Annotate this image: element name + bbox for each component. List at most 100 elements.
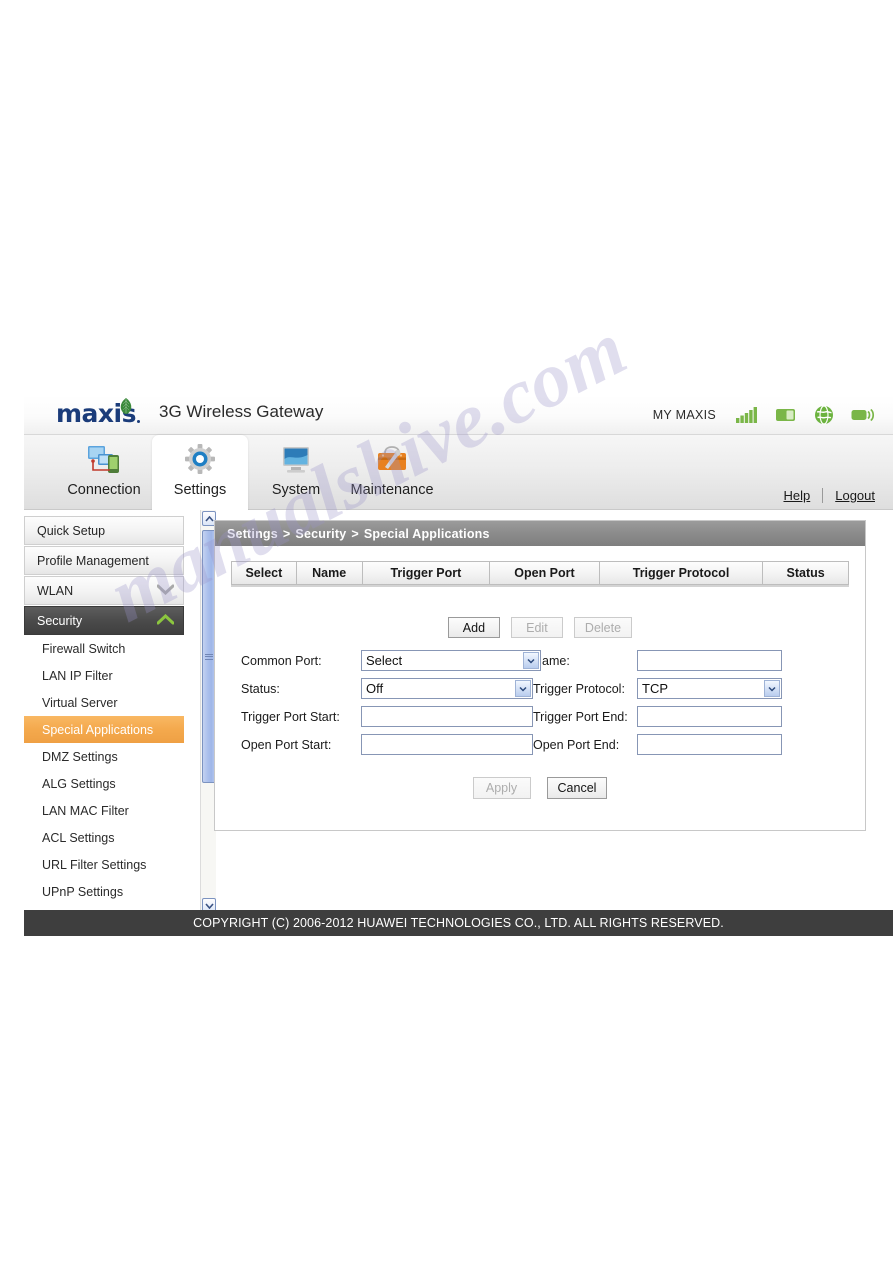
sidebar-item-label: Quick Setup xyxy=(37,523,106,538)
form-action-buttons: Apply Cancel xyxy=(215,777,865,799)
sidebar-item-alg-settings[interactable]: ALG Settings xyxy=(24,770,184,797)
sidebar-item-label: Firewall Switch xyxy=(42,641,126,656)
special-applications-table: Select Name Trigger Port Open Port Trigg… xyxy=(231,561,849,587)
sidebar-item-url-filter-settings[interactable]: URL Filter Settings xyxy=(24,851,184,878)
status-label: Status: xyxy=(241,681,280,696)
sidebar-item-virtual-server[interactable]: Virtual Server xyxy=(24,689,184,716)
link-divider xyxy=(822,488,824,503)
trigger-port-end-label: Trigger Port End: xyxy=(533,709,628,724)
chevron-up-icon xyxy=(156,613,175,628)
carrier-label: MY MAXIS xyxy=(652,408,716,422)
name-input[interactable] xyxy=(637,650,782,671)
sidebar-item-label: ALG Settings xyxy=(42,776,116,791)
sidebar-item-label: DMZ Settings xyxy=(42,749,118,764)
open-port-end-label: Open Port End: xyxy=(533,737,620,752)
open-port-end-input[interactable] xyxy=(637,734,782,755)
row-action-buttons: Add Edit Delete xyxy=(215,617,865,638)
table-header-trigger-protocol[interactable]: Trigger Protocol xyxy=(599,561,764,585)
sidebar-item-quick-setup[interactable]: Quick Setup xyxy=(24,516,184,545)
sidebar-item-firewall-switch[interactable]: Firewall Switch xyxy=(24,635,184,662)
sidebar-menu: Quick Setup Profile Management WLAN Secu… xyxy=(24,516,184,905)
page-root: manualshive.com maxis 3G Wireless Gatewa… xyxy=(0,0,893,1263)
table-header-select[interactable]: Select xyxy=(231,561,297,585)
sidebar-item-label: Special Applications xyxy=(42,722,154,737)
tab-connection-label: Connection xyxy=(67,482,141,498)
sim-card-icon xyxy=(776,409,795,421)
sidebar-item-special-applications[interactable]: Special Applications xyxy=(24,716,184,743)
maxis-leaf-icon xyxy=(120,398,132,414)
open-port-start-label: Open Port Start: xyxy=(241,737,332,752)
trigger-port-start-label: Trigger Port Start: xyxy=(241,709,340,724)
sidebar-item-security[interactable]: Security xyxy=(24,606,184,635)
sidebar-item-label: LAN MAC Filter xyxy=(42,803,129,818)
trigger-protocol-select[interactable]: TCP xyxy=(637,678,782,699)
chevron-down-icon xyxy=(156,584,175,598)
breadcrumb-part-settings[interactable]: Settings xyxy=(227,527,278,541)
tab-maintenance-label: Maintenance xyxy=(350,482,434,498)
sidebar-item-label: Security xyxy=(37,613,83,628)
logout-link[interactable]: Logout xyxy=(835,488,875,503)
chevron-down-icon[interactable] xyxy=(515,680,531,697)
trigger-protocol-label: Trigger Protocol: xyxy=(533,681,625,696)
delete-button: Delete xyxy=(573,617,633,638)
header-links: Help Logout xyxy=(783,488,875,503)
tab-settings[interactable]: Settings xyxy=(152,435,248,510)
globe-icon xyxy=(815,405,833,425)
scrollbar-grip-icon xyxy=(205,652,213,661)
chevron-down-icon[interactable] xyxy=(523,652,539,669)
apply-button: Apply xyxy=(472,777,531,799)
sidebar-item-upnp-settings[interactable]: UPnP Settings xyxy=(24,878,184,905)
status-select[interactable]: Off xyxy=(361,678,533,699)
trigger-protocol-value: TCP xyxy=(642,681,668,696)
copyright-bar: COPYRIGHT (C) 2006-2012 HUAWEI TECHNOLOG… xyxy=(24,910,893,936)
maxis-logo: maxis xyxy=(56,398,140,427)
sidebar-item-lan-mac-filter[interactable]: LAN MAC Filter xyxy=(24,797,184,824)
sidebar-item-dmz-settings[interactable]: DMZ Settings xyxy=(24,743,184,770)
common-port-select[interactable]: Select xyxy=(361,650,541,671)
connection-icon xyxy=(86,442,122,478)
maintenance-toolbox-icon xyxy=(374,442,410,478)
breadcrumb-separator: > xyxy=(282,526,291,541)
edit-button: Edit xyxy=(510,617,563,638)
sidebar-item-label: ACL Settings xyxy=(42,830,115,845)
sidebar-item-label: UPnP Settings xyxy=(42,884,124,899)
sidebar-item-acl-settings[interactable]: ACL Settings xyxy=(24,824,184,851)
common-port-label: Common Port: xyxy=(241,653,322,668)
tab-connection[interactable]: Connection xyxy=(56,435,152,510)
open-port-start-input[interactable] xyxy=(361,734,533,755)
trigger-port-end-input[interactable] xyxy=(637,706,782,727)
tab-system-label: System xyxy=(271,482,321,498)
common-port-value: Select xyxy=(366,653,403,668)
table-header-name[interactable]: Name xyxy=(296,561,363,585)
signal-bars-icon xyxy=(736,407,757,423)
cancel-button[interactable]: Cancel xyxy=(546,777,608,799)
sidebar-item-profile-management[interactable]: Profile Management xyxy=(24,546,184,575)
trigger-port-start-input[interactable] xyxy=(361,706,533,727)
help-link[interactable]: Help xyxy=(783,488,810,503)
name-label: Name: xyxy=(533,653,570,668)
sidebar-item-label: URL Filter Settings xyxy=(42,857,147,872)
app-title: 3G Wireless Gateway xyxy=(159,402,324,421)
router-admin-window: maxis 3G Wireless Gateway MY MAXIS Conne… xyxy=(24,395,893,936)
tab-maintenance[interactable]: Maintenance xyxy=(344,435,440,510)
breadcrumb-separator: > xyxy=(351,526,359,541)
table-header-open-port[interactable]: Open Port xyxy=(490,561,600,585)
add-button[interactable]: Add xyxy=(447,617,500,638)
voice-call-icon xyxy=(851,408,875,422)
main-tab-bar: Connection Settings System Maintenance H… xyxy=(24,435,893,510)
table-header-trigger-port[interactable]: Trigger Port xyxy=(362,561,491,585)
sidebar-item-label: WLAN xyxy=(37,583,74,598)
app-header: maxis 3G Wireless Gateway MY MAXIS xyxy=(24,395,893,435)
status-icon-group: MY MAXIS xyxy=(653,405,875,425)
chevron-down-icon[interactable] xyxy=(764,680,780,697)
breadcrumb-part-security[interactable]: Security xyxy=(295,527,346,541)
system-monitor-icon xyxy=(278,442,314,478)
sidebar-item-lan-ip-filter[interactable]: LAN IP Filter xyxy=(24,662,184,689)
breadcrumb-part-current: Special Applications xyxy=(363,526,490,541)
sidebar-item-label: Virtual Server xyxy=(42,695,118,710)
sidebar-item-wlan[interactable]: WLAN xyxy=(24,576,184,605)
sidebar-nav: Quick Setup Profile Management WLAN Secu… xyxy=(24,510,202,914)
tab-system[interactable]: System xyxy=(248,435,344,510)
table-header-status[interactable]: Status xyxy=(763,561,849,585)
sidebar-item-label: LAN IP Filter xyxy=(42,668,113,683)
